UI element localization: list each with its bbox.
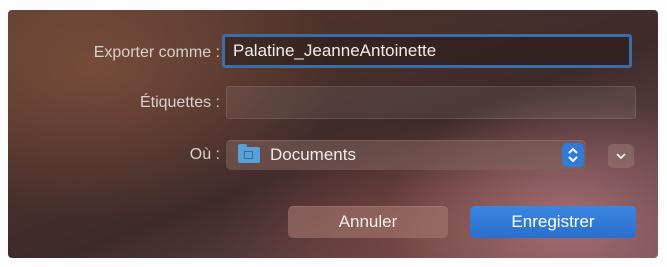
folder-icon [238,144,260,163]
export-name-input[interactable] [225,37,629,65]
export-as-label: Exporter comme : [93,44,220,61]
save-dialog: Exporter comme : Étiquettes : Où : Docum… [8,10,658,258]
screenshot-frame: Exporter comme : Étiquettes : Où : Docum… [0,0,667,267]
location-popup[interactable]: Documents [226,140,586,170]
location-popup-value: Documents [270,145,356,164]
tags-field[interactable] [226,86,636,119]
export-name-field[interactable] [222,34,632,68]
chevron-down-icon [616,153,626,160]
expand-dialog-button[interactable] [608,144,634,168]
tags-input[interactable] [227,87,635,118]
tags-label: Étiquettes : [139,94,220,111]
where-label: Où : [189,146,220,163]
popup-stepper-icon[interactable] [562,143,584,167]
cancel-button[interactable]: Annuler [288,206,448,238]
save-button[interactable]: Enregistrer [470,206,636,238]
